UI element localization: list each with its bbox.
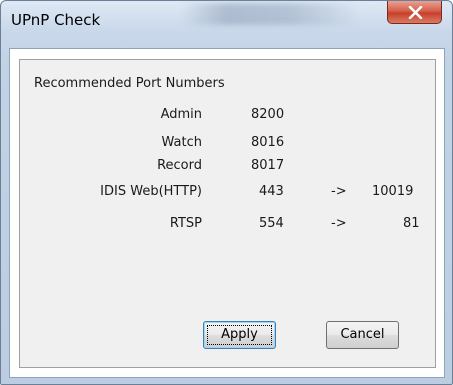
mapped-port-value: 81	[403, 216, 420, 231]
apply-button[interactable]: Apply	[203, 321, 276, 349]
section-title: Recommended Port Numbers	[34, 76, 225, 91]
port-row-admin: Admin	[20, 107, 202, 125]
blurred-background-region	[181, 3, 361, 25]
close-button[interactable]	[387, 1, 442, 24]
port-row-idis-web: IDIS Web(HTTP)	[20, 184, 202, 202]
mapping-arrow: ->	[331, 216, 347, 231]
port-label: IDIS Web(HTTP)	[100, 184, 202, 199]
port-label: RTSP	[169, 216, 202, 231]
title-bar[interactable]: UPnP Check	[1, 1, 452, 45]
port-value: 554	[259, 216, 284, 231]
port-value: 8200	[251, 107, 285, 122]
dialog-window: UPnP Check Recommended Port Numbers Admi…	[0, 0, 453, 385]
port-label: Admin	[160, 107, 202, 122]
port-row-record: Record	[20, 158, 202, 176]
window-title: UPnP Check	[11, 11, 101, 29]
focus-rectangle	[207, 325, 272, 345]
mapping-arrow: ->	[331, 184, 347, 199]
cancel-button-label: Cancel	[340, 327, 385, 342]
port-numbers-panel: Recommended Port Numbers Admin 8200 Watc…	[19, 59, 436, 368]
port-row-rtsp: RTSP	[20, 216, 202, 234]
mapped-port-value: 10019	[372, 184, 414, 199]
dialog-client-area: Recommended Port Numbers Admin 8200 Watc…	[9, 48, 445, 378]
cancel-button[interactable]: Cancel	[326, 321, 399, 349]
port-value: 8017	[251, 158, 285, 173]
port-row-watch: Watch	[20, 135, 202, 153]
port-label: Watch	[161, 135, 202, 150]
port-value: 8016	[251, 135, 285, 150]
close-x-icon	[408, 6, 423, 19]
port-value: 443	[259, 184, 284, 199]
port-label: Record	[157, 158, 202, 173]
